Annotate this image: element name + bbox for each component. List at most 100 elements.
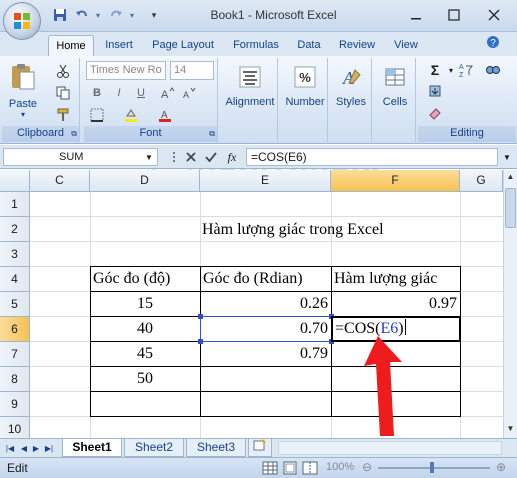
row-header-1[interactable]: 1: [0, 192, 30, 217]
name-box[interactable]: SUM: [3, 148, 158, 166]
row-header-2[interactable]: 2: [0, 217, 30, 242]
row-header-5[interactable]: 5: [0, 292, 30, 317]
insert-function-icon[interactable]: fx: [224, 149, 240, 165]
minimize-button[interactable]: [397, 2, 435, 28]
grow-font-icon[interactable]: A: [158, 84, 176, 102]
fill-color-icon[interactable]: [122, 106, 140, 124]
formula-input[interactable]: =COS(E6): [246, 148, 498, 166]
cell-e4[interactable]: Góc đo (Rdian): [203, 267, 303, 291]
worksheet-grid[interactable]: C D E F G 1 2 3 4 5 6 7 8 9 10 Hàm lượng…: [0, 170, 503, 438]
underline-button[interactable]: U: [132, 84, 150, 102]
zoom-slider[interactable]: [378, 467, 490, 469]
zoom-in-icon[interactable]: ⊕: [496, 460, 506, 474]
cell-e2[interactable]: Hàm lượng giác trong Excel: [202, 218, 384, 242]
redo-dropdown-icon[interactable]: ▾: [128, 7, 136, 23]
enter-icon[interactable]: [203, 149, 219, 165]
tab-page-layout[interactable]: Page Layout: [146, 35, 220, 56]
cell-d6[interactable]: 40: [90, 317, 200, 341]
font-size-box[interactable]: 14: [170, 61, 214, 80]
scroll-up-icon[interactable]: ▲: [505, 172, 516, 184]
normal-view-icon[interactable]: [262, 461, 278, 475]
tab-review[interactable]: Review: [334, 35, 380, 56]
prev-sheet-icon[interactable]: ◀: [19, 442, 29, 454]
sheet-tab-sheet3[interactable]: Sheet3: [186, 439, 246, 457]
paste-button[interactable]: Paste ▾: [8, 62, 38, 119]
next-sheet-icon[interactable]: ▶: [31, 442, 41, 454]
col-header-g[interactable]: G: [460, 170, 503, 192]
row-header-8[interactable]: 8: [0, 367, 30, 392]
sheet-tab-sheet2[interactable]: Sheet2: [124, 439, 184, 457]
first-sheet-icon[interactable]: |◀: [5, 442, 15, 454]
cell-e7[interactable]: 0.79: [200, 342, 328, 366]
name-box-dropdown-icon[interactable]: ▼: [145, 153, 153, 162]
horizontal-scrollbar[interactable]: [278, 441, 502, 455]
paste-dropdown-icon[interactable]: ▾: [21, 110, 25, 119]
help-icon[interactable]: ?: [486, 35, 500, 56]
maximize-button[interactable]: [435, 2, 473, 28]
row-header-6[interactable]: 6: [0, 317, 30, 342]
row-header-3[interactable]: 3: [0, 242, 30, 267]
row-header-7[interactable]: 7: [0, 342, 30, 367]
alignment-button[interactable]: Alignment: [222, 62, 278, 108]
last-sheet-icon[interactable]: ▶|: [44, 442, 54, 454]
zoom-out-icon[interactable]: ⊖: [362, 460, 372, 474]
col-header-f[interactable]: F: [331, 170, 460, 192]
styles-button[interactable]: A Styles: [330, 62, 372, 108]
find-select-icon[interactable]: [484, 61, 502, 79]
col-header-c[interactable]: C: [30, 170, 90, 192]
cell-e5[interactable]: 0.26: [200, 292, 328, 316]
font-color-icon[interactable]: A: [156, 106, 174, 124]
font-family-box[interactable]: Times New Ro: [86, 61, 166, 80]
borders-icon[interactable]: [88, 106, 106, 124]
row-header-4[interactable]: 4: [0, 267, 30, 292]
clear-icon[interactable]: [426, 104, 444, 122]
col-header-d[interactable]: D: [90, 170, 200, 192]
fill-icon[interactable]: [426, 82, 444, 100]
zoom-slider-thumb[interactable]: [430, 462, 434, 473]
cell-d7[interactable]: 45: [90, 342, 200, 366]
cell-f5[interactable]: 0.97: [331, 292, 457, 316]
save-icon[interactable]: [52, 7, 68, 23]
redo-icon[interactable]: [108, 7, 124, 23]
sheet-tab-sheet1[interactable]: Sheet1: [62, 439, 122, 457]
italic-button[interactable]: I: [110, 84, 128, 102]
font-launcher-icon[interactable]: ⧉: [209, 129, 215, 139]
range-handle[interactable]: [198, 314, 203, 319]
insert-sheet-icon[interactable]: [248, 439, 272, 457]
sort-filter-icon[interactable]: AZ: [458, 61, 476, 79]
cell-d5[interactable]: 15: [90, 292, 200, 316]
fbar-splitter-icon[interactable]: [166, 149, 182, 165]
shrink-font-icon[interactable]: A: [180, 84, 198, 102]
page-layout-view-icon[interactable]: [282, 461, 298, 475]
cell-d4[interactable]: Góc đo (độ): [93, 267, 170, 291]
undo-icon[interactable]: [74, 7, 90, 23]
select-all-corner[interactable]: [0, 170, 30, 192]
number-button[interactable]: % Number: [282, 62, 328, 108]
vertical-scrollbar[interactable]: ▲ ▼: [503, 170, 517, 438]
scroll-thumb[interactable]: [505, 188, 516, 228]
zoom-level[interactable]: 100%: [326, 461, 354, 473]
tab-insert[interactable]: Insert: [100, 35, 138, 56]
cut-icon[interactable]: [54, 62, 72, 80]
cell-f4[interactable]: Hàm lượng giác: [334, 267, 437, 291]
cancel-icon[interactable]: [183, 149, 199, 165]
tab-formulas[interactable]: Formulas: [228, 35, 284, 56]
page-break-view-icon[interactable]: [302, 461, 318, 475]
clipboard-launcher-icon[interactable]: ⧉: [71, 129, 77, 139]
tab-data[interactable]: Data: [292, 35, 326, 56]
undo-dropdown-icon[interactable]: ▾: [94, 7, 102, 23]
cells-button[interactable]: Cells: [374, 62, 416, 108]
row-header-9[interactable]: 9: [0, 392, 30, 417]
copy-icon[interactable]: [54, 84, 72, 102]
close-button[interactable]: [475, 2, 513, 28]
office-button[interactable]: [3, 2, 41, 40]
col-header-e[interactable]: E: [200, 170, 331, 192]
tab-home[interactable]: Home: [48, 35, 94, 56]
scroll-down-icon[interactable]: ▼: [505, 424, 516, 436]
bold-button[interactable]: B: [88, 84, 106, 102]
cell-d8[interactable]: 50: [90, 367, 200, 391]
tab-view[interactable]: View: [388, 35, 424, 56]
format-painter-icon[interactable]: [54, 106, 72, 124]
row-header-10[interactable]: 10: [0, 417, 30, 438]
expand-formula-bar-icon[interactable]: ▼: [500, 149, 514, 165]
